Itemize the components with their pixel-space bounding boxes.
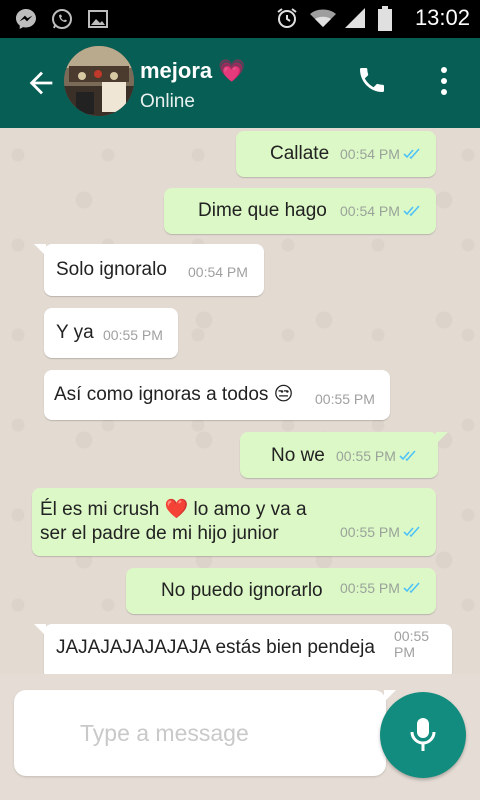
heart-emoji: 💗 [218,58,246,83]
message-time: 00:54 PM [340,203,423,219]
time-text: 00:55 PM [103,327,163,343]
wifi-icon [309,6,336,30]
chat-area[interactable]: Callate 00:54 PM Dime que hago 00:54 PM … [0,128,480,674]
message-text: No we [271,445,325,466]
time-text-line-1: 00:55 [394,628,430,644]
message-time: 00:55 PM [340,524,423,540]
mic-icon [410,718,436,751]
message-text: No puedo ignorarlo [161,580,323,601]
read-ticks-icon [403,526,420,538]
message-input[interactable]: Type a message [14,690,396,776]
avatar[interactable] [64,46,134,116]
message-outgoing[interactable]: Él es mi crush ❤️ lo amo y va a ser el p… [32,488,436,556]
back-arrow-icon[interactable] [24,66,58,100]
time-text: 00:54 PM [340,203,400,219]
message-incoming[interactable]: JAJAJAJAJAJAJA estás bien pendeja 00:55 … [34,624,452,674]
read-ticks-icon [403,148,420,160]
time-text: 00:55 PM [315,391,375,407]
mic-button[interactable] [380,692,466,778]
message-time: 00:55 PM [340,580,423,596]
clock: 13:02 [414,5,470,30]
message-text: JAJAJAJAJAJAJA estás bien pendeja [56,637,375,658]
time-text: 00:54 PM [340,146,400,162]
message-text-line-2: ser el padre de mi hijo junior [40,523,279,544]
read-ticks-icon [399,450,416,462]
message-time: 00:55 PM [103,327,163,343]
message-outgoing[interactable]: Callate 00:54 PM [236,131,436,177]
time-text-line-2: PM [394,644,415,660]
status-bar: 13:02 [0,0,480,38]
signal-icon [343,6,367,30]
time-text: 00:54 PM [188,264,248,280]
contact-name-text: mejora [140,58,213,83]
message-incoming[interactable]: Así como ignoras a todos 😒 00:55 PM [44,370,390,420]
message-outgoing[interactable]: Dime que hago 00:54 PM [164,188,436,234]
message-time: 00:55 PM [394,628,429,660]
call-icon[interactable] [356,64,388,96]
message-incoming[interactable]: Y ya 00:55 PM [44,308,178,358]
time-text: 00:55 PM [336,448,396,464]
message-time: 00:55 PM [336,448,419,464]
message-text-line-1: Él es mi crush ❤️ lo amo y va a [40,499,307,520]
message-time: 00:54 PM [188,264,248,280]
message-time: 00:55 PM [315,391,375,407]
alarm-icon [275,6,299,30]
whatsapp-icon [50,7,74,31]
read-ticks-icon [403,205,420,217]
message-incoming[interactable]: Solo ignoralo 00:54 PM [34,244,264,296]
message-text: Callate [270,143,330,164]
time-text: 00:55 PM [340,524,400,540]
message-text: Y ya [56,322,94,343]
gallery-icon [86,7,110,31]
contact-name[interactable]: mejora 💗 [140,58,246,84]
message-text: Dime que hago [198,200,327,221]
more-vert-icon[interactable] [432,64,456,98]
message-text: Solo ignoralo [56,259,167,280]
message-outgoing[interactable]: No we 00:55 PM [240,432,448,478]
messenger-icon [14,7,38,31]
time-text: 00:55 PM [340,580,400,596]
contact-status: Online [140,91,195,112]
chat-header: mejora 💗 Online [0,38,480,128]
battery-icon [377,6,401,31]
message-text: Así como ignoras a todos 😒 [54,384,294,405]
message-time: 00:54 PM [340,146,423,162]
message-input-placeholder: Type a message [80,720,249,746]
message-outgoing[interactable]: No puedo ignorarlo 00:55 PM [126,568,436,614]
read-ticks-icon [403,582,420,594]
